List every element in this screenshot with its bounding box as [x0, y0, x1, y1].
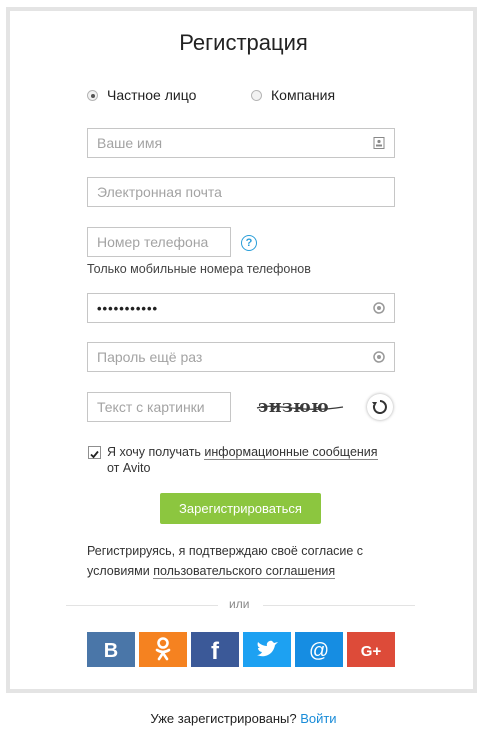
- phone-hint: Только мобильные номера телефонов: [87, 262, 311, 276]
- radio-company[interactable]: Компания: [251, 87, 335, 103]
- mailru-icon: @: [309, 640, 329, 662]
- facebook-login-button[interactable]: f: [191, 632, 239, 667]
- captcha-placeholder: Текст с картинки: [97, 399, 205, 415]
- newsletter-link[interactable]: информационные сообщения: [204, 445, 378, 460]
- radio-company-label: Компания: [271, 87, 336, 103]
- divider-right: [263, 605, 415, 606]
- svg-text:@: @: [309, 640, 329, 662]
- svg-text:f: f: [211, 638, 220, 665]
- show-password-icon[interactable]: [373, 351, 385, 363]
- name-input[interactable]: Ваше имя: [87, 128, 395, 158]
- password-value: •••••••••••: [97, 300, 159, 316]
- password-repeat-input[interactable]: Пароль ещё раз: [87, 342, 395, 372]
- svg-text:G+: G+: [361, 643, 382, 660]
- email-placeholder: Электронная почта: [97, 184, 222, 200]
- phone-placeholder: Номер телефона: [97, 234, 209, 250]
- captcha-text: эизюю: [258, 397, 329, 417]
- newsletter-label: Я хочу получать информационные сообщения…: [107, 444, 407, 476]
- mailru-login-button[interactable]: @: [295, 632, 343, 667]
- radio-unselected-indicator[interactable]: [251, 89, 262, 101]
- login-question: Уже зарегистрированы?: [150, 711, 301, 726]
- facebook-icon: f: [211, 638, 220, 665]
- newsletter-text-after: от Avito: [107, 461, 151, 475]
- radio-private-person[interactable]: Частное лицо: [87, 87, 196, 103]
- refresh-captcha-button[interactable]: [367, 394, 393, 420]
- odnoklassniki-icon: [155, 637, 171, 661]
- phone-input[interactable]: Номер телефона: [87, 227, 231, 257]
- login-link[interactable]: Войти: [300, 711, 336, 726]
- or-label: или: [229, 597, 250, 611]
- user-agreement-link[interactable]: пользовательского соглашения: [153, 564, 336, 579]
- refresh-icon: [372, 400, 387, 414]
- contact-card-icon: [373, 137, 385, 149]
- check-icon: [90, 450, 99, 459]
- vk-login-button[interactable]: В: [87, 632, 135, 667]
- twitter-login-button[interactable]: [243, 632, 291, 667]
- radio-selected-indicator[interactable]: [87, 89, 98, 101]
- email-input[interactable]: Электронная почта: [87, 177, 395, 207]
- help-icon[interactable]: ?: [241, 235, 257, 251]
- odnoklassniki-login-button[interactable]: [139, 632, 187, 667]
- login-prompt: Уже зарегистрированы? Войти: [0, 711, 487, 726]
- agreement-text: Регистрируясь, я подтверждаю своё соглас…: [87, 541, 407, 581]
- password-input[interactable]: •••••••••••: [87, 293, 395, 323]
- newsletter-checkbox[interactable]: [88, 446, 101, 459]
- google-plus-login-button[interactable]: G+: [347, 632, 395, 667]
- captcha-image: эизюю: [256, 397, 344, 417]
- radio-private-person-label: Частное лицо: [107, 87, 197, 103]
- password-repeat-placeholder: Пароль ещё раз: [97, 349, 203, 365]
- google-plus-icon: G+: [361, 643, 382, 660]
- register-button[interactable]: Зарегистрироваться: [160, 493, 321, 524]
- twitter-icon: [257, 640, 278, 657]
- vk-icon: В: [104, 640, 118, 662]
- page-title: Регистрация: [179, 30, 308, 55]
- captcha-input[interactable]: Текст с картинки: [87, 392, 231, 422]
- show-password-icon[interactable]: [373, 302, 385, 314]
- agreement-line1: Регистрируясь, я подтверждаю своё соглас…: [87, 544, 364, 558]
- newsletter-text: Я хочу получать: [107, 445, 205, 459]
- divider-left: [66, 605, 218, 606]
- name-placeholder: Ваше имя: [97, 135, 163, 151]
- svg-text:В: В: [104, 640, 118, 662]
- agreement-line2: условиями: [87, 564, 154, 578]
